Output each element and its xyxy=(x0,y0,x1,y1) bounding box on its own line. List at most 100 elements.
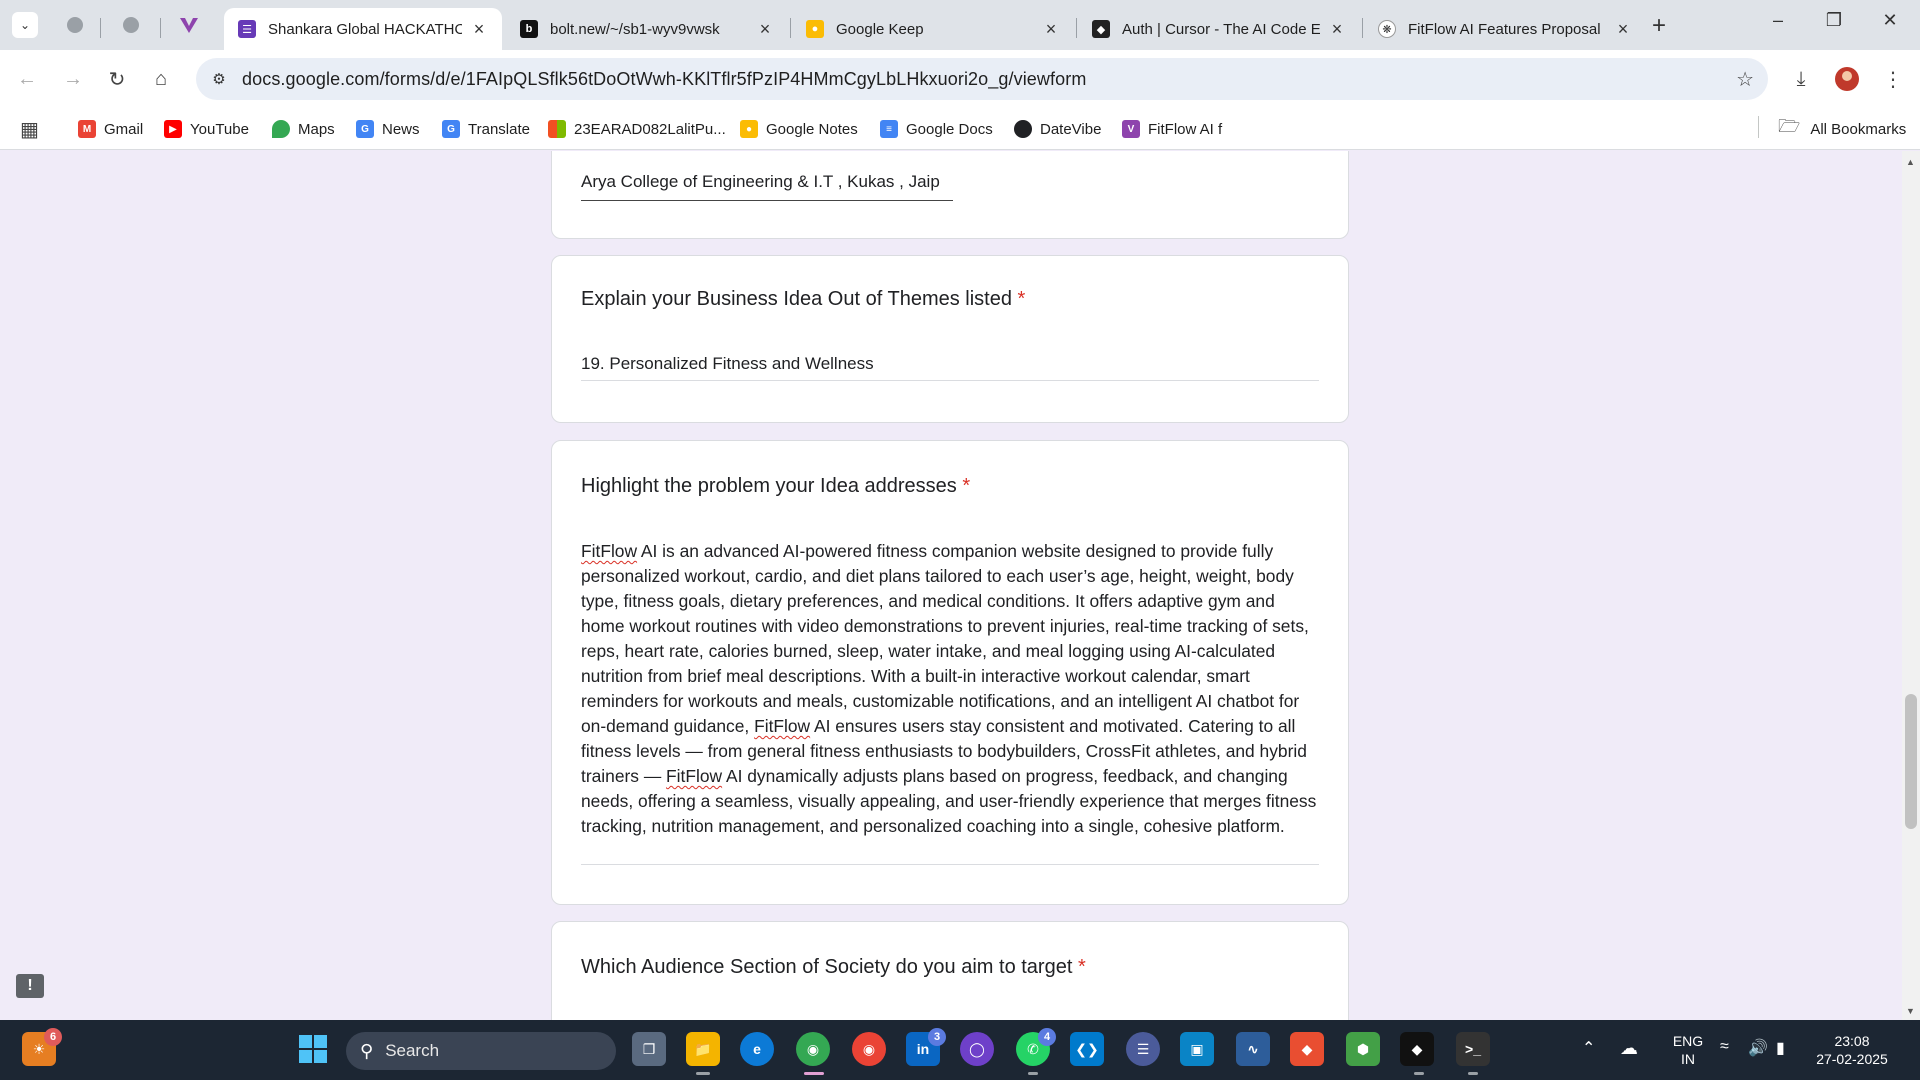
bookmark-student-account[interactable]: 23EARAD082LalitPu... xyxy=(548,116,726,142)
question-card-problem: Highlight the problem your Idea addresse… xyxy=(551,440,1349,905)
bookmark-google-docs[interactable]: ≡ Google Docs xyxy=(880,116,993,142)
tab-shankara-hackathon[interactable]: ☰ Shankara Global HACKATHON × xyxy=(224,8,502,50)
tab-search-button[interactable]: ⌄ xyxy=(12,12,38,38)
question-card-audience: Which Audience Section of Society do you… xyxy=(551,921,1349,1020)
college-answer-input[interactable]: Arya College of Engineering & I.T , Kuka… xyxy=(581,172,940,192)
scrollbar-thumb[interactable] xyxy=(1905,694,1917,829)
vercel-icon: V xyxy=(1122,120,1140,138)
bookmark-star-icon[interactable]: ☆ xyxy=(1736,67,1754,92)
business-idea-answer-input[interactable]: 19. Personalized Fitness and Wellness xyxy=(581,354,874,374)
bookmark-fitflow[interactable]: V FitFlow AI f xyxy=(1122,116,1222,142)
bookmark-youtube[interactable]: ▶ YouTube xyxy=(164,116,249,142)
pinned-tab[interactable] xyxy=(176,12,202,38)
close-tab-icon[interactable]: × xyxy=(1614,19,1632,40)
bolt-icon: b xyxy=(520,20,538,38)
address-bar[interactable]: ⚙ docs.google.com/forms/d/e/1FAIpQLSflk5… xyxy=(196,58,1768,100)
apps-grid-icon[interactable]: ▦ xyxy=(20,116,39,142)
forward-button[interactable]: → xyxy=(58,64,88,94)
eclipse-icon[interactable]: ☰ xyxy=(1126,1032,1160,1066)
bookmark-datevibe[interactable]: DateVibe xyxy=(1014,116,1101,142)
close-tab-icon[interactable]: × xyxy=(470,19,488,40)
new-tab-button[interactable]: + xyxy=(1652,12,1666,40)
docs-icon: ≡ xyxy=(880,120,898,138)
mysql-icon[interactable]: ∿ xyxy=(1236,1032,1270,1066)
bookmark-google-notes[interactable]: ● Google Notes xyxy=(740,116,858,142)
restore-button[interactable]: ❐ xyxy=(1814,10,1854,31)
pinned-tab[interactable] xyxy=(62,12,88,38)
clock[interactable]: 23:08 27-02-2025 xyxy=(1810,1032,1894,1068)
bookmarks-bar: ▦ M Gmail ▶ YouTube Maps G News G Translate … xyxy=(0,108,1920,150)
tab-bolt[interactable]: b bolt.new/~/sb1-wyv9vwsk × xyxy=(506,8,788,50)
volume-icon[interactable]: 🔊 xyxy=(1748,1038,1768,1058)
back-button[interactable]: ← xyxy=(12,64,42,94)
question-card-business-idea: Explain your Business Idea Out of Themes… xyxy=(551,255,1349,423)
pinned-tab[interactable] xyxy=(118,12,144,38)
chrome-icon[interactable]: ◉ xyxy=(796,1032,830,1066)
tab-cursor-auth[interactable]: ◆ Auth | Cursor - The AI Code Editor × xyxy=(1078,8,1360,50)
bookmark-gmail[interactable]: M Gmail xyxy=(78,116,143,142)
close-tab-icon[interactable]: × xyxy=(1328,19,1346,40)
cursor-icon: ◆ xyxy=(1092,20,1110,38)
globe-icon xyxy=(123,17,139,33)
problem-answer-textarea[interactable]: FitFlow AI is an advanced AI-powered fit… xyxy=(581,539,1323,839)
keep-icon: ● xyxy=(740,120,758,138)
globe-icon xyxy=(1014,120,1032,138)
home-button[interactable]: ⌂ xyxy=(146,64,176,94)
bookmark-translate[interactable]: G Translate xyxy=(442,116,530,142)
google-forms-icon: ☰ xyxy=(238,20,256,38)
nodejs-icon[interactable]: ⬢ xyxy=(1346,1032,1380,1066)
bookmark-news[interactable]: G News xyxy=(356,116,420,142)
minimize-button[interactable]: – xyxy=(1758,10,1798,31)
tab-fitflow-proposal[interactable]: ❋ FitFlow AI Features Proposal × xyxy=(1364,8,1646,50)
close-tab-icon[interactable]: × xyxy=(756,19,774,40)
bookmark-maps[interactable]: Maps xyxy=(272,116,335,142)
wifi-icon[interactable]: ≈ xyxy=(1720,1038,1729,1056)
globe-icon xyxy=(67,17,83,33)
task-view-icon[interactable]: ❐ xyxy=(632,1032,666,1066)
microsoft-icon xyxy=(548,120,566,138)
google-keep-icon: ● xyxy=(806,20,824,38)
page-scrollbar[interactable]: ▲ ▼ xyxy=(1902,151,1920,1020)
edge-icon[interactable]: e xyxy=(740,1032,774,1066)
windows-start-icon[interactable] xyxy=(296,1032,330,1066)
search-icon: ⚲ xyxy=(360,1040,374,1061)
terminal-icon[interactable]: >_ xyxy=(1456,1032,1490,1066)
chrome-profile-icon[interactable]: ◉ xyxy=(852,1032,886,1066)
profile-avatar[interactable] xyxy=(1832,64,1862,94)
remote-desktop-icon[interactable]: ▣ xyxy=(1180,1032,1214,1066)
tab-strip: ⌄ ☰ Shankara Global HACKATHON × b bolt.n… xyxy=(0,0,1920,50)
linkedin-icon[interactable]: in 3 xyxy=(906,1028,946,1066)
file-explorer-icon[interactable]: 📁 xyxy=(686,1032,720,1066)
cursor-app-icon[interactable]: ◆ xyxy=(1400,1032,1434,1066)
openai-icon: ❋ xyxy=(1378,20,1396,38)
question-title: Explain your Business Idea Out of Themes… xyxy=(581,288,1026,310)
menu-kebab-icon[interactable]: ⋮ xyxy=(1878,64,1908,94)
onedrive-icon[interactable]: ☁ xyxy=(1620,1038,1638,1059)
reload-button[interactable]: ↻ xyxy=(102,64,132,94)
report-feedback-icon[interactable]: ! xyxy=(16,974,44,998)
site-info-icon[interactable]: ⚙ xyxy=(208,68,230,90)
download-icon[interactable]: ⤓ xyxy=(1786,64,1816,94)
folder-icon: 🗁 xyxy=(1778,116,1801,136)
whatsapp-icon[interactable]: ✆ 4 xyxy=(1016,1028,1056,1066)
close-tab-icon[interactable]: × xyxy=(1042,19,1060,40)
maps-icon xyxy=(272,120,290,138)
close-window-button[interactable]: ✕ xyxy=(1870,10,1910,31)
form-page: Arya College of Engineering & I.T , Kuka… xyxy=(0,151,1920,1020)
avatar xyxy=(1835,67,1859,91)
vscode-icon[interactable]: ❮❯ xyxy=(1070,1032,1104,1066)
tab-google-keep[interactable]: ● Google Keep × xyxy=(792,8,1074,50)
question-card-college: Arya College of Engineering & I.T , Kuka… xyxy=(551,151,1349,239)
weather-widget-icon[interactable]: ☀ 6 xyxy=(22,1028,62,1066)
youtube-icon: ▶ xyxy=(164,120,182,138)
question-title: Highlight the problem your Idea addresse… xyxy=(581,475,971,497)
git-icon[interactable]: ◆ xyxy=(1290,1032,1324,1066)
show-hidden-icons[interactable]: ⌃ xyxy=(1582,1038,1595,1058)
all-bookmarks-button[interactable]: 🗁 All Bookmarks xyxy=(1778,116,1906,142)
vercel-v-icon xyxy=(180,18,198,33)
taskbar-search-box[interactable]: ⚲ Search xyxy=(346,1032,616,1070)
url-text[interactable]: docs.google.com/forms/d/e/1FAIpQLSflk56t… xyxy=(242,69,1086,90)
language-indicator[interactable]: ENG IN xyxy=(1666,1032,1710,1068)
github-icon[interactable]: ◯ xyxy=(960,1032,994,1066)
battery-icon[interactable]: ▮ xyxy=(1776,1038,1785,1058)
